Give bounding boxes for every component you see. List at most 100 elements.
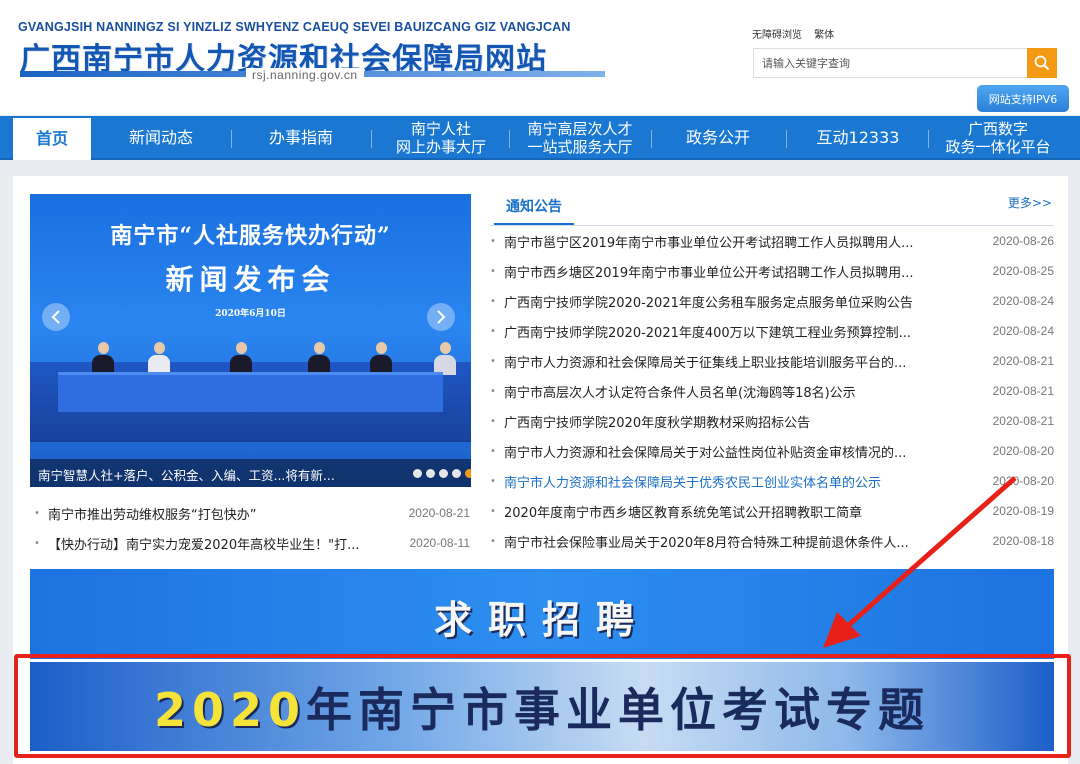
chevron-left-icon [51, 310, 60, 324]
nav-separator [928, 130, 929, 148]
nav-online-hall-line2: 网上办事大厅 [395, 138, 486, 156]
notice-title[interactable]: 广西南宁技师学院2020年度秋学期教材采购招标公告 [504, 412, 974, 431]
slide-next-button[interactable] [427, 303, 455, 331]
slide-dot[interactable] [439, 469, 448, 478]
bullet-icon: • [490, 535, 496, 547]
list-item: • 南宁市人力资源和社会保障局关于征集线上职业技能培训服务平台的... 2020-0… [490, 346, 1054, 376]
site-domain: rsj.nanning.gov.cn [246, 68, 364, 82]
ipv6-badge[interactable]: 网站支持IPV6 [977, 85, 1069, 112]
notice-date: 2020-08-20 [992, 444, 1054, 458]
person-figure [308, 342, 330, 375]
logo-subtitle: GVANGJSIH NANNINGZ SI YINZLIZ SWHYENZ CA… [18, 20, 571, 34]
bullet-icon: • [34, 507, 40, 519]
notice-date: 2020-08-26 [992, 234, 1054, 248]
list-item: • 广西南宁技师学院2020-2021年度400万以下建筑工程业务预算控制... 2… [490, 316, 1054, 346]
news-date: 2020-08-11 [409, 536, 471, 550]
slide-prev-button[interactable] [42, 303, 70, 331]
person-figure [148, 342, 170, 375]
bullet-icon: • [490, 415, 496, 427]
list-item: • 【快办行动】南宁实力宠爱2020年高校毕业生！"打... 2020-08-1… [34, 528, 470, 558]
nav-digital-platform[interactable]: 广西数字 政务一体化平台 [932, 116, 1064, 160]
stage-table [58, 372, 443, 412]
search-icon [1034, 55, 1050, 71]
news-title[interactable]: 【快办行动】南宁实力宠爱2020年高校毕业生！"打... [48, 534, 390, 553]
notice-title[interactable]: 南宁市邕宁区2019年南宁市事业单位公开考试招聘工作人员拟聘用人... [504, 232, 974, 251]
notice-date: 2020-08-25 [992, 264, 1054, 278]
nav-online-hall[interactable]: 南宁人社 网上办事大厅 [376, 116, 506, 160]
search-input[interactable] [754, 49, 1027, 77]
slide-dot-active[interactable] [465, 469, 471, 478]
nav-separator [651, 130, 652, 148]
bullet-icon: • [490, 475, 496, 487]
chevron-right-icon [437, 310, 446, 324]
bullet-icon: • [490, 235, 496, 247]
search-box [753, 48, 1028, 78]
nav-gov-affairs[interactable]: 政务公开 [656, 116, 780, 160]
nav-guide[interactable]: 办事指南 [236, 116, 366, 160]
slide-headline-2: 新闻发布会 [165, 263, 336, 296]
site-header: GVANGJSIH NANNINGZ SI YINZLIZ SWHYENZ CA… [0, 0, 1080, 115]
slide-pagination [413, 469, 471, 478]
nav-separator [231, 130, 232, 148]
notice-title[interactable]: 广西南宁技师学院2020-2021年度400万以下建筑工程业务预算控制... [504, 322, 974, 341]
more-link[interactable]: 更多>> [1008, 194, 1052, 211]
main-nav: 首页 新闻动态 办事指南 南宁人社 网上办事大厅 南宁高层次人才 一站式服务大厅… [0, 116, 1080, 160]
nav-talent-hall-line1: 南宁高层次人才 [527, 120, 633, 138]
search-button[interactable] [1027, 48, 1057, 78]
person-figure [434, 342, 456, 375]
list-item: • 南宁市高层次人才认定符合条件人员名单(沈海鸥等18名)公示 2020-08-21 [490, 376, 1054, 406]
slide-caption[interactable]: 南宁智慧人社+落户、公积金、入编、工资...将有新... [38, 465, 335, 484]
bullet-icon: • [490, 505, 496, 517]
tab-notices[interactable]: 通知公告 [494, 196, 574, 225]
notice-title[interactable]: 广西南宁技师学院2020-2021年度公务租车服务定点服务单位采购公告 [504, 292, 974, 311]
list-item: • 南宁市人力资源和社会保障局关于对公益性岗位补贴资金审核情况的... 2020-0… [490, 436, 1054, 466]
notice-title[interactable]: 南宁市人力资源和社会保障局关于征集线上职业技能培训服务平台的... [504, 352, 974, 371]
notice-date: 2020-08-21 [992, 354, 1054, 368]
nav-separator [509, 130, 510, 148]
notice-date: 2020-08-24 [992, 294, 1054, 308]
annotation-arrow-icon [823, 476, 1017, 648]
person-figure [370, 342, 392, 375]
bullet-icon: • [490, 295, 496, 307]
nav-news[interactable]: 新闻动态 [96, 116, 226, 160]
slide-caption-bar: 南宁智慧人社+落户、公积金、入编、工资...将有新... [30, 459, 471, 487]
news-title[interactable]: 南宁市推出劳动维权服务“打包快办” [48, 504, 390, 523]
slide-dot[interactable] [452, 469, 461, 478]
slide-date: 2020年6月10日 [215, 309, 286, 319]
bullet-icon: • [490, 385, 496, 397]
nav-talent-hall[interactable]: 南宁高层次人才 一站式服务大厅 [512, 116, 648, 160]
list-item: • 南宁市邕宁区2019年南宁市事业单位公开考试招聘工作人员拟聘用人... 2020… [490, 226, 1054, 256]
nav-online-hall-line1: 南宁人社 [410, 120, 471, 138]
annotation-highlight-box [14, 654, 1071, 758]
nav-home[interactable]: 首页 [13, 118, 91, 160]
bullet-icon: • [34, 537, 40, 549]
notice-date: 2020-08-24 [992, 324, 1054, 338]
bullet-icon: • [490, 265, 496, 277]
notice-title[interactable]: 南宁市人力资源和社会保障局关于对公益性岗位补贴资金审核情况的... [504, 442, 974, 461]
notice-title[interactable]: 南宁市西乡塘区2019年南宁市事业单位公开考试招聘工作人员拟聘用... [504, 262, 974, 281]
notice-title[interactable]: 南宁市高层次人才认定符合条件人员名单(沈海鸥等18名)公示 [504, 382, 974, 401]
list-item: • 广西南宁技师学院2020-2021年度公务租车服务定点服务单位采购公告 2020… [490, 286, 1054, 316]
list-item: • 南宁市推出劳动维权服务“打包快办” 2020-08-21 [34, 498, 470, 528]
list-item: • 广西南宁技师学院2020年度秋学期教材采购招标公告 2020-08-21 [490, 406, 1054, 436]
person-figure [92, 342, 114, 375]
headline-news-list: • 南宁市推出劳动维权服务“打包快办” 2020-08-21 • 【快办行动】南… [34, 498, 470, 558]
bullet-icon: • [490, 355, 496, 367]
news-date: 2020-08-21 [408, 506, 470, 520]
slide-dot[interactable] [413, 469, 422, 478]
list-item: • 南宁市西乡塘区2019年南宁市事业单位公开考试招聘工作人员拟聘用... 2020… [490, 256, 1054, 286]
top-links: 无障碍浏览 繁体 [752, 26, 843, 41]
slide-dot[interactable] [426, 469, 435, 478]
accessibility-link[interactable]: 无障碍浏览 [752, 30, 802, 41]
slide-headline: 南宁市“人社服务快办行动” [110, 223, 391, 249]
nav-separator [371, 130, 372, 148]
traditional-chinese-link[interactable]: 繁体 [814, 30, 834, 41]
nav-interaction[interactable]: 互动12333 [792, 116, 924, 160]
person-figure [230, 342, 252, 375]
bullet-icon: • [490, 445, 496, 457]
notice-date: 2020-08-21 [992, 414, 1054, 428]
news-slideshow[interactable]: 南宁市“人社服务快办行动” 新闻发布会 2020年6月10日 南宁智慧人社+落户… [30, 194, 471, 487]
notice-date: 2020-08-21 [992, 384, 1054, 398]
nav-digital-platform-line2: 政务一体化平台 [945, 138, 1051, 156]
nav-digital-platform-line1: 广西数字 [967, 120, 1028, 138]
